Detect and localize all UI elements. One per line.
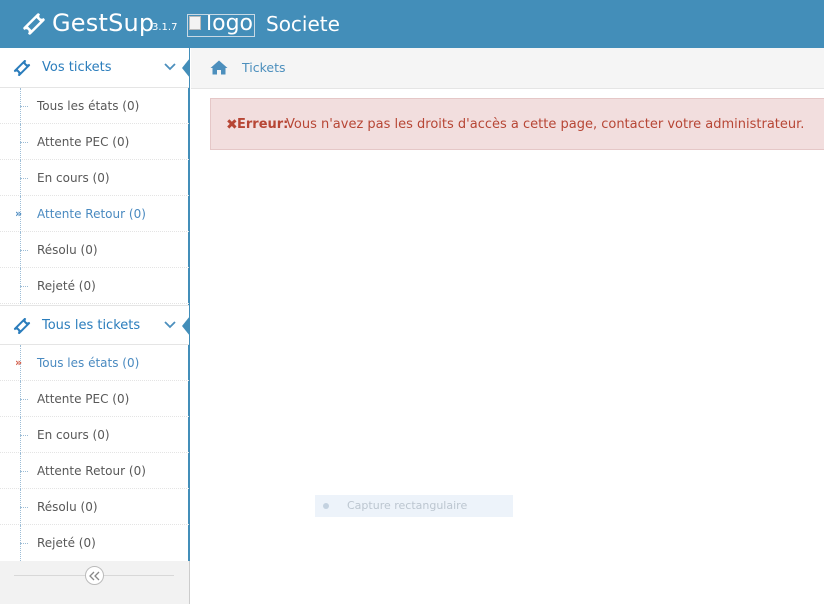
section-title: Tous les tickets	[42, 318, 141, 333]
sidebar-collapse-button[interactable]	[85, 566, 104, 585]
section-vos-tickets[interactable]: Vos tickets	[0, 48, 190, 88]
capture-overlay: Capture rectangulaire	[315, 495, 513, 517]
sidebar-item-tous-en-cours[interactable]: En cours (0)	[0, 417, 189, 453]
sidebar-item-label: Tous les états (0)	[37, 356, 140, 370]
sidebar-item-tous-attente-retour[interactable]: Attente Retour (0)	[0, 453, 189, 489]
navbar: GestSup 3.1.7 logo Societe	[0, 0, 824, 48]
chevron-down-icon	[164, 321, 176, 329]
active-caret	[182, 58, 190, 78]
double-chevron-left-icon	[89, 571, 100, 581]
sidebar-item-label: Rejeté (0)	[37, 279, 96, 293]
company-logo: logo	[187, 14, 255, 37]
sidebar-menu: Vos tickets Tous les états (0) Attente P…	[0, 48, 190, 561]
logo-alt-text: logo	[206, 14, 253, 36]
sidebar-item-tous-rejete[interactable]: Rejeté (0)	[0, 525, 189, 561]
sidebar-item-label: Résolu (0)	[37, 243, 98, 257]
sidebar-item-tous-attente-pec[interactable]: Attente PEC (0)	[0, 381, 189, 417]
sidebar-item-vos-en-cours[interactable]: En cours (0)	[0, 160, 189, 196]
sidebar-item-vos-resolu[interactable]: Résolu (0)	[0, 232, 189, 268]
sidebar-item-label: En cours (0)	[37, 428, 110, 442]
ticket-icon	[23, 13, 45, 35]
breadcrumb-tickets-link[interactable]: Tickets	[242, 48, 286, 88]
sidebar-item-label: Attente PEC (0)	[37, 135, 130, 149]
sidebar-item-vos-tous-les-etats[interactable]: Tous les états (0)	[0, 88, 189, 124]
capture-icon	[323, 503, 329, 509]
sidebar-item-label: Rejeté (0)	[37, 536, 96, 550]
ticket-icon	[13, 318, 31, 334]
company-name: Societe	[266, 12, 340, 36]
section-title: Vos tickets	[42, 60, 112, 75]
section-tous-les-tickets[interactable]: Tous les tickets	[0, 305, 190, 345]
x-icon: ✖	[226, 117, 238, 133]
alert-message: Vous n'avez pas les droits d'accès a cet…	[286, 117, 805, 132]
breadcrumb: Tickets	[191, 48, 824, 89]
sidebar-item-tous-resolu[interactable]: Résolu (0)	[0, 489, 189, 525]
double-angle-right-icon: »	[15, 207, 23, 220]
broken-image-icon	[189, 16, 201, 30]
active-caret	[182, 316, 190, 336]
sidebar-item-label: Tous les états (0)	[37, 99, 140, 113]
sidebar-item-vos-rejete[interactable]: Rejeté (0)	[0, 268, 189, 304]
double-angle-right-icon: »	[15, 356, 23, 369]
error-alert: ✖ Erreur: Vous n'avez pas les droits d'a…	[210, 98, 824, 150]
sidebar-item-label: Attente Retour (0)	[37, 464, 146, 478]
brand-name[interactable]: GestSup	[52, 7, 154, 39]
sidebar-collapse	[0, 561, 189, 589]
chevron-down-icon	[164, 63, 176, 71]
sidebar-item-tous-tous-les-etats[interactable]: » Tous les états (0)	[0, 345, 189, 381]
brand-version: 3.1.7	[152, 22, 178, 33]
sidebar-item-label: Attente PEC (0)	[37, 392, 130, 406]
sidebar-item-label: En cours (0)	[37, 171, 110, 185]
sidebar-item-vos-attente-pec[interactable]: Attente PEC (0)	[0, 124, 189, 160]
capture-label: Capture rectangulaire	[347, 499, 468, 512]
ticket-icon	[13, 60, 31, 76]
sidebar: Vos tickets Tous les états (0) Attente P…	[0, 48, 190, 604]
alert-title: Erreur:	[237, 117, 289, 132]
home-icon[interactable]	[210, 60, 228, 75]
sidebar-item-vos-attente-retour[interactable]: » Attente Retour (0)	[0, 196, 189, 232]
sidebar-item-label: Résolu (0)	[37, 500, 98, 514]
sidebar-item-label: Attente Retour (0)	[37, 207, 146, 221]
